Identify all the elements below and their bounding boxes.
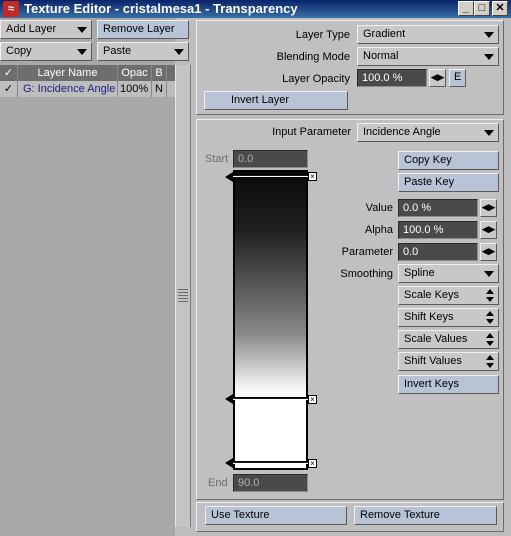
- parameter-drag-arrows-icon[interactable]: ◀▶: [480, 243, 497, 261]
- paste-key-button[interactable]: Paste Key: [398, 173, 499, 192]
- up-down-arrows-icon: [486, 311, 495, 324]
- maximize-button[interactable]: □: [474, 1, 490, 16]
- input-parameter-value: Incidence Angle: [363, 126, 441, 138]
- chevron-down-icon: [484, 54, 494, 60]
- gradient-bar[interactable]: [233, 170, 308, 470]
- blending-mode-dropdown[interactable]: Normal: [357, 47, 499, 66]
- smoothing-label: Smoothing: [340, 268, 393, 280]
- chevron-down-icon: [77, 49, 87, 55]
- layer-opacity-label: Layer Opacity: [282, 73, 350, 85]
- parameter-field[interactable]: 0.0: [398, 243, 478, 261]
- layer-enabled-checkbox[interactable]: ✓: [0, 81, 18, 97]
- opacity-column-header[interactable]: Opac: [118, 65, 152, 81]
- key-handle-icon[interactable]: [225, 394, 233, 404]
- alpha-field[interactable]: 100.0 %: [398, 221, 478, 239]
- check-column-header[interactable]: ✓: [0, 65, 18, 81]
- value-field[interactable]: 0.0 %: [398, 199, 478, 217]
- layer-opacity-cell[interactable]: 100%: [118, 81, 152, 97]
- paste-label: Paste: [103, 45, 132, 57]
- app-logo-icon: ≈: [3, 1, 19, 17]
- shift-values-label: Shift Values: [404, 355, 462, 367]
- layer-list: [0, 65, 175, 520]
- key-delete-icon[interactable]: ×: [308, 172, 317, 181]
- gradient-key-line[interactable]: [233, 174, 308, 177]
- blend-column-header[interactable]: B: [152, 65, 167, 81]
- shift-keys-dropdown[interactable]: Shift Keys: [398, 308, 499, 327]
- value-drag-arrows-icon[interactable]: ◀▶: [480, 199, 497, 217]
- add-layer-label: Add Layer: [6, 23, 57, 35]
- alpha-drag-arrows-icon[interactable]: ◀▶: [480, 221, 497, 239]
- up-down-arrows-icon: [486, 289, 495, 302]
- shift-values-dropdown[interactable]: Shift Values: [398, 352, 499, 371]
- end-label: End: [208, 477, 228, 489]
- paste-dropdown[interactable]: Paste: [97, 42, 189, 61]
- layer-name-column-header[interactable]: Layer Name: [18, 65, 118, 81]
- parameter-label: Parameter: [341, 246, 393, 258]
- copy-key-button[interactable]: Copy Key: [398, 151, 499, 170]
- chevron-down-icon: [484, 32, 494, 38]
- shift-keys-label: Shift Keys: [404, 311, 454, 323]
- layer-list-header: ✓ Layer Name Opac B: [0, 65, 175, 81]
- remove-layer-button[interactable]: Remove Layer: [97, 20, 189, 39]
- use-texture-button[interactable]: Use Texture: [205, 506, 347, 525]
- opacity-drag-arrows-icon[interactable]: ◀▶: [429, 69, 446, 87]
- start-field[interactable]: 0.0: [233, 150, 308, 168]
- copy-dropdown[interactable]: Copy: [0, 42, 92, 61]
- invert-layer-button[interactable]: Invert Layer: [204, 91, 348, 110]
- window-title: Texture Editor - cristalmesa1 - Transpar…: [24, 1, 298, 16]
- layer-type-label: Layer Type: [295, 29, 350, 41]
- invert-keys-button[interactable]: Invert Keys: [398, 375, 499, 394]
- up-down-arrows-icon: [486, 333, 495, 346]
- up-down-arrows-icon: [486, 355, 495, 368]
- layer-blend-cell[interactable]: N: [152, 81, 167, 97]
- end-field[interactable]: 90.0: [233, 474, 308, 492]
- key-handle-icon[interactable]: [225, 458, 233, 468]
- chevron-down-icon: [77, 27, 87, 33]
- envelope-button[interactable]: E: [449, 69, 466, 87]
- scale-values-dropdown[interactable]: Scale Values: [398, 330, 499, 349]
- value-label: Value: [365, 202, 393, 214]
- input-parameter-dropdown[interactable]: Incidence Angle: [357, 123, 499, 142]
- input-parameter-label: Input Parameter: [272, 126, 351, 138]
- layer-opacity-field[interactable]: 100.0 %: [357, 69, 427, 87]
- smoothing-value: Spline: [404, 267, 435, 279]
- key-delete-icon[interactable]: ×: [308, 459, 317, 468]
- smoothing-dropdown[interactable]: Spline: [398, 264, 499, 283]
- start-label: Start: [205, 153, 229, 165]
- gradient-key-line[interactable]: [233, 397, 308, 400]
- layer-type-value: Gradient: [363, 28, 406, 40]
- minimize-button[interactable]: _: [458, 1, 474, 16]
- title-bar: ≈ Texture Editor - cristalmesa1 - Transp…: [0, 0, 511, 18]
- blending-mode-label: Blending Mode: [276, 51, 350, 63]
- close-button[interactable]: ✕: [492, 1, 508, 16]
- blending-mode-value: Normal: [363, 50, 399, 62]
- scale-keys-dropdown[interactable]: Scale Keys: [398, 286, 499, 305]
- layer-name-cell[interactable]: G: Incidence Angle: [18, 81, 118, 97]
- chevron-down-icon: [484, 130, 494, 136]
- chevron-down-icon: [484, 271, 494, 277]
- gradient-key-line[interactable]: [233, 461, 308, 464]
- splitter-grip-icon[interactable]: [178, 289, 188, 303]
- table-row[interactable]: ✓ G: Incidence Angle 100% N: [0, 81, 175, 97]
- copy-label: Copy: [6, 45, 32, 57]
- chevron-down-icon: [174, 49, 184, 55]
- key-delete-icon[interactable]: ×: [308, 395, 317, 404]
- scale-values-label: Scale Values: [404, 333, 468, 345]
- key-handle-icon[interactable]: [225, 172, 233, 182]
- layer-type-dropdown[interactable]: Gradient: [357, 25, 499, 44]
- alpha-label: Alpha: [364, 224, 393, 236]
- add-layer-dropdown[interactable]: Add Layer: [0, 20, 92, 39]
- scale-keys-label: Scale Keys: [404, 289, 460, 301]
- remove-texture-button[interactable]: Remove Texture: [354, 506, 497, 525]
